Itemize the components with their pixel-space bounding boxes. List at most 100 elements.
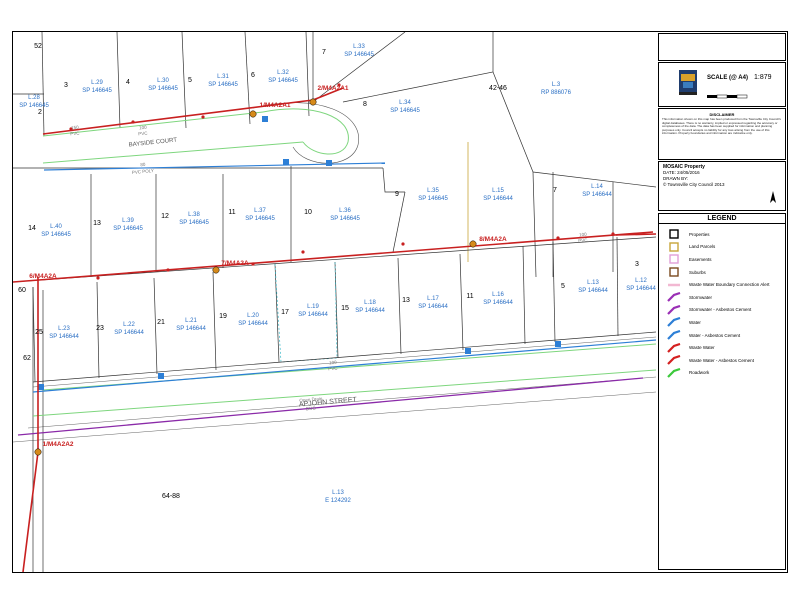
pipe-size-label: 100 (579, 232, 587, 238)
sewer-node-label: 1/M4A2A1 (259, 102, 290, 109)
house-number-label: 17 (281, 309, 289, 316)
sewer-manhole-icon (469, 240, 477, 248)
lot-id-label: L.39 (122, 218, 134, 224)
house-number-label: 3 (64, 82, 68, 89)
lot-plan-label: SP 146644 (298, 312, 328, 318)
house-number-label: 7 (553, 187, 557, 194)
house-number-label: 60 (18, 287, 26, 294)
water-valve-icon (262, 116, 268, 122)
pipe-size-label: 150 (71, 125, 79, 131)
legend-item: Waste Water (659, 341, 785, 354)
water-valve-icon (326, 160, 332, 166)
water-valve-icon (555, 341, 561, 347)
sewer-node-label: 7/M4A2A (221, 260, 249, 267)
info-panel: MOSAIC Property DATE: 24/05/2016 DRAWN B… (658, 161, 786, 211)
house-number-label: 19 (219, 313, 227, 320)
lot-id-label: L.3 (552, 82, 561, 88)
house-number-label: 10 (304, 209, 312, 216)
legend-item-label: Waste Water - Asbestos Cement (689, 357, 754, 363)
water-main (32, 339, 656, 393)
lot-plan-label: SP 146645 (245, 216, 275, 222)
sewer-main (13, 231, 654, 283)
pipe-size-label: PVC POLY (132, 168, 155, 175)
sewer-manhole-icon (34, 448, 42, 456)
lot-id-label: L.30 (157, 78, 169, 84)
legend-item: Water (659, 316, 785, 329)
house-number-label: 2 (38, 109, 42, 116)
legend-item-label: Stormwater - Asbestos Cement (689, 307, 752, 313)
sewer-node-label: 8/M4A2A (479, 236, 507, 243)
road-reserve (32, 336, 656, 388)
house-number-label: 3 (635, 261, 639, 268)
lot-id-label: L.23 (58, 326, 70, 332)
lot-id-label: L.38 (188, 212, 200, 218)
lot-id-label: L.19 (307, 304, 319, 310)
pipe-size-label: PVC (70, 131, 80, 137)
sewer-connection-icon (251, 262, 255, 266)
sewer-node-label: 6/M4A2A (29, 273, 57, 280)
pipe-size-label: 100 (329, 360, 337, 366)
sewer-connection-icon (611, 232, 615, 236)
lot-plan-label: SP 146645 (208, 82, 238, 88)
water-valve-icon (38, 384, 44, 390)
bayside-court-label: BAYSIDE COURT (128, 137, 177, 148)
parcel-boundary (552, 241, 556, 343)
parcel-boundary (459, 253, 464, 351)
house-number-label: 14 (28, 225, 36, 232)
sewer-main (615, 233, 656, 236)
map-sidebar: SCALE (@ A4) 1:879 DISCLAIMER This infor… (658, 33, 786, 570)
house-number-label: 13 (93, 220, 101, 227)
sewer-node-label: 2/M4A2A1 (317, 85, 348, 92)
parcel-boundary (274, 263, 280, 363)
lot-plan-label: E 124292 (325, 498, 351, 504)
cul-de-sac-road (262, 108, 349, 155)
legend-item-label: Properties (689, 231, 710, 237)
legend-item: Land Parcels (659, 241, 785, 254)
copyright: © Townsville City Council 2013 (663, 182, 725, 187)
lot-plan-label: SP 146644 (114, 330, 144, 336)
house-number-label: 12 (161, 213, 169, 220)
house-number-label: 52 (34, 43, 42, 50)
lot-id-label: L.33 (353, 44, 365, 50)
tcc-logo (679, 70, 697, 95)
legend-panel: LEGEND Properties Land Parcels Easements Su… (658, 213, 786, 570)
house-number-label: 13 (402, 297, 410, 304)
lot-plan-label: SP 146644 (355, 308, 385, 314)
parcel-boundary (41, 32, 45, 137)
sewer-connection-icon (96, 276, 100, 280)
legend-title: LEGEND (659, 214, 785, 224)
square-outline-brown-icon (659, 266, 689, 278)
lot-id-label: L.15 (492, 188, 504, 194)
house-number-label: 7 (322, 49, 326, 56)
lot-plan-label: SP 146644 (238, 321, 268, 327)
lot-id-label: L.14 (591, 184, 603, 190)
sewer-connection-icon (401, 242, 405, 246)
legend-item-label: Suburbs (689, 269, 706, 275)
north-arrow-icon (770, 191, 776, 203)
sewer-connection-icon (301, 250, 305, 254)
map-canvas[interactable]: BAYSIDE COURTAPJOHN STREET150PVC100PVC80… (13, 32, 656, 572)
square-outline-pink-icon (659, 253, 689, 265)
parcel-boundary (616, 236, 619, 337)
legend-item-label: Land Parcels (689, 244, 716, 250)
scale-label: SCALE (@ A4) (707, 75, 748, 81)
legend-item: Waste Water - Asbestos Cement (659, 354, 785, 367)
house-number-label: 4 (126, 79, 130, 86)
pipe-size-label: PVC (578, 238, 588, 244)
house-number-label: 15 (341, 305, 349, 312)
pipe-size-label: DUO (306, 406, 317, 412)
legend-item-label: Waste Water (689, 345, 715, 351)
map-title: MOSAIC Property (663, 164, 705, 170)
water-main (43, 162, 386, 171)
pipe-size-label: PVC (138, 131, 148, 137)
lot-id-label: L.34 (399, 100, 411, 106)
sewer-manhole-icon (249, 110, 257, 118)
blue-line-icon (659, 329, 689, 341)
lot-plan-label: SP 146645 (82, 88, 112, 94)
purple-line-icon (659, 304, 689, 316)
parcel-boundary (397, 257, 402, 355)
scale-value: 1:879 (754, 74, 772, 81)
lot-id-label: L.12 (635, 278, 647, 284)
blue-line-icon (659, 316, 689, 328)
legend-item: Waste Water Boundary Connection Alert (659, 278, 785, 291)
